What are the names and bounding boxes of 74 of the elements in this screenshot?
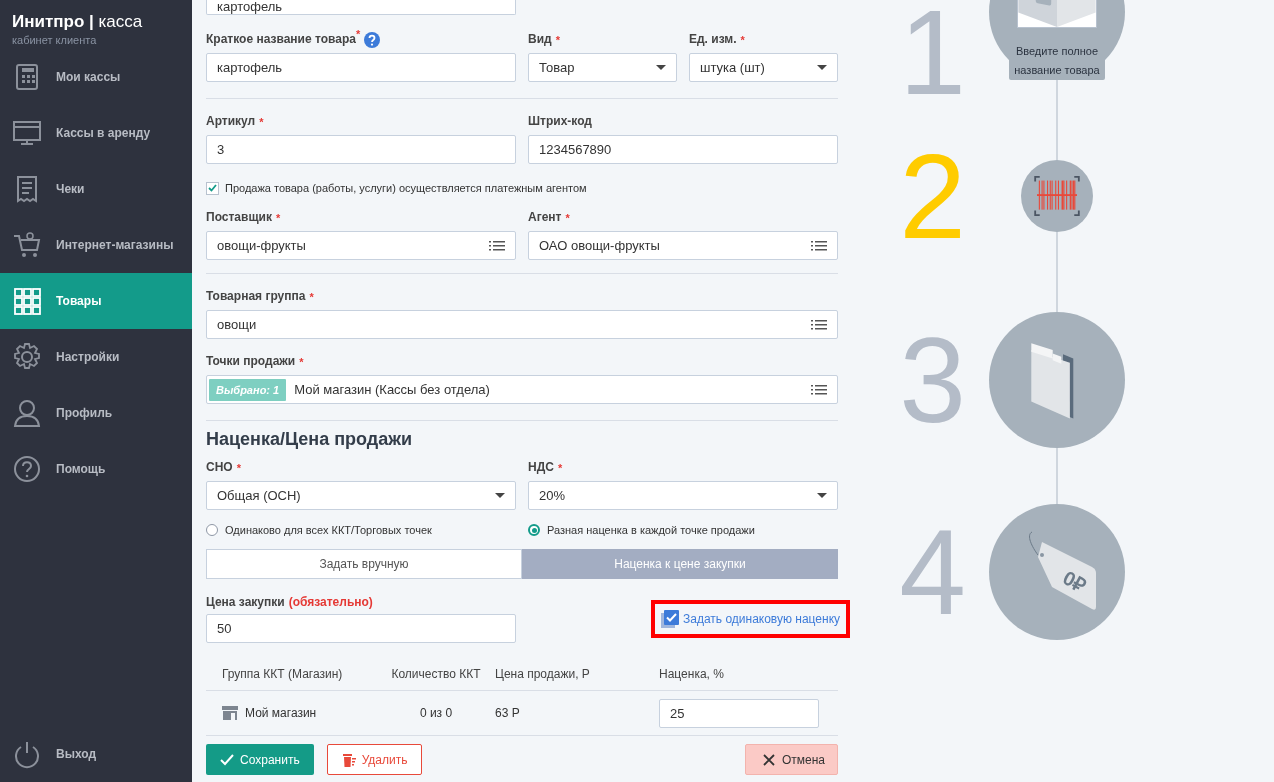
unit-dropdown[interactable]: штука (шт)	[689, 53, 838, 82]
agent-picker[interactable]: ОАО овощи-фрукты	[528, 231, 838, 260]
sale-points-picker[interactable]: Выбрано: 1 Мой магазин (Кассы без отдела)	[206, 375, 838, 404]
required-note: (обязательно)	[288, 595, 373, 610]
help-icon	[12, 454, 42, 484]
sidebar-item[interactable]: Помощь	[0, 441, 192, 497]
sidebar-item[interactable]: Чеки	[0, 161, 192, 217]
input-field[interactable]: 50	[206, 614, 516, 643]
input-field[interactable]: 25	[659, 698, 819, 728]
power-icon	[12, 739, 42, 769]
section-heading: Наценка/Цена продажи	[206, 429, 414, 449]
brand-logo: Инитпро | касса	[12, 11, 144, 33]
price-tag-drawing: 0₽	[1012, 527, 1102, 617]
sidebar-item[interactable]: Настройки	[0, 329, 192, 385]
radio-label: Разная наценка в каждой точке продажи	[547, 524, 755, 536]
table-cell-text: 0 из 0	[418, 706, 454, 720]
tax-dropdown[interactable]: Общая (ОСН)	[206, 481, 516, 510]
step-number: 4	[898, 512, 967, 632]
close-icon	[761, 752, 776, 767]
delete-button[interactable]: Удалить	[326, 744, 423, 775]
brand-subtitle: кабинет клиента	[12, 33, 98, 47]
vat-dropdown[interactable]: 20%	[528, 481, 838, 510]
caret-icon	[495, 492, 505, 499]
supplier-picker[interactable]: овощи-фрукты	[206, 231, 516, 260]
cart-icon	[12, 230, 42, 260]
input-field[interactable]: 1234567890	[528, 135, 838, 164]
group-picker[interactable]: овощи	[206, 310, 838, 339]
monitor-icon	[12, 118, 42, 148]
column-header: Цена продажи, Р	[494, 667, 591, 681]
sidebar-item[interactable]: Профиль	[0, 385, 192, 441]
type-dropdown[interactable]: Товар	[528, 53, 677, 82]
list-icon	[811, 319, 827, 330]
caret-icon	[817, 492, 827, 499]
input-field[interactable]: 3	[206, 135, 516, 164]
table-cell-text: 63 Р	[494, 706, 521, 720]
user-icon	[12, 398, 42, 428]
field-label: Цена закупки	[206, 595, 285, 610]
field-label: Штрих-код	[528, 114, 593, 129]
list-icon	[811, 240, 827, 251]
picker-value: Мой магазин (Кассы без отдела)	[294, 382, 490, 397]
sidebar-item[interactable]: Кассы в аренду	[0, 105, 192, 161]
barcode-icon	[1033, 176, 1081, 216]
check-icon	[220, 752, 234, 767]
checkbox[interactable]	[660, 610, 679, 628]
radio-button[interactable]	[528, 524, 540, 536]
step-number: 3	[898, 320, 967, 440]
step-number: 1	[898, 2, 967, 102]
input-field[interactable]: картофель	[206, 53, 516, 82]
store-icon	[222, 706, 238, 720]
radio-label: Одинаково для всех ККТ/Торговых точек	[225, 524, 432, 536]
caret-icon	[817, 64, 827, 71]
trash-icon	[341, 752, 356, 767]
column-header: Количество ККТ	[390, 667, 482, 681]
selected-count-badge: Выбрано: 1	[209, 378, 287, 401]
column-header: Наценка, %	[659, 667, 725, 681]
column-header: Группа ККТ (Магазин)	[221, 667, 344, 681]
step-number: 2	[898, 136, 967, 256]
sidebar-item[interactable]: Интернет-магазины	[0, 217, 192, 273]
table-cell: Мой магазин	[245, 706, 317, 720]
sidebar-item[interactable]: Мои кассы	[0, 49, 192, 105]
cancel-button[interactable]: Отмена	[744, 744, 838, 775]
settings-icon	[12, 342, 42, 372]
checkbox[interactable]	[206, 181, 219, 195]
name-field[interactable]: картофель	[206, 0, 516, 15]
list-icon	[811, 384, 827, 395]
list-icon	[489, 240, 505, 251]
checkbox-link[interactable]: Задать одинаковую наценку	[682, 612, 841, 626]
logout-item[interactable]: Выход	[0, 726, 192, 782]
checkbox-label: Продажа товара (работы, услуги) осуществляется платежным агентом	[225, 182, 587, 194]
help-icon[interactable]	[364, 31, 381, 48]
caret-icon	[656, 64, 666, 71]
mode-tab[interactable]: Задать вручную	[206, 549, 522, 579]
radio-button[interactable]	[206, 524, 218, 536]
grid-icon	[12, 286, 42, 316]
